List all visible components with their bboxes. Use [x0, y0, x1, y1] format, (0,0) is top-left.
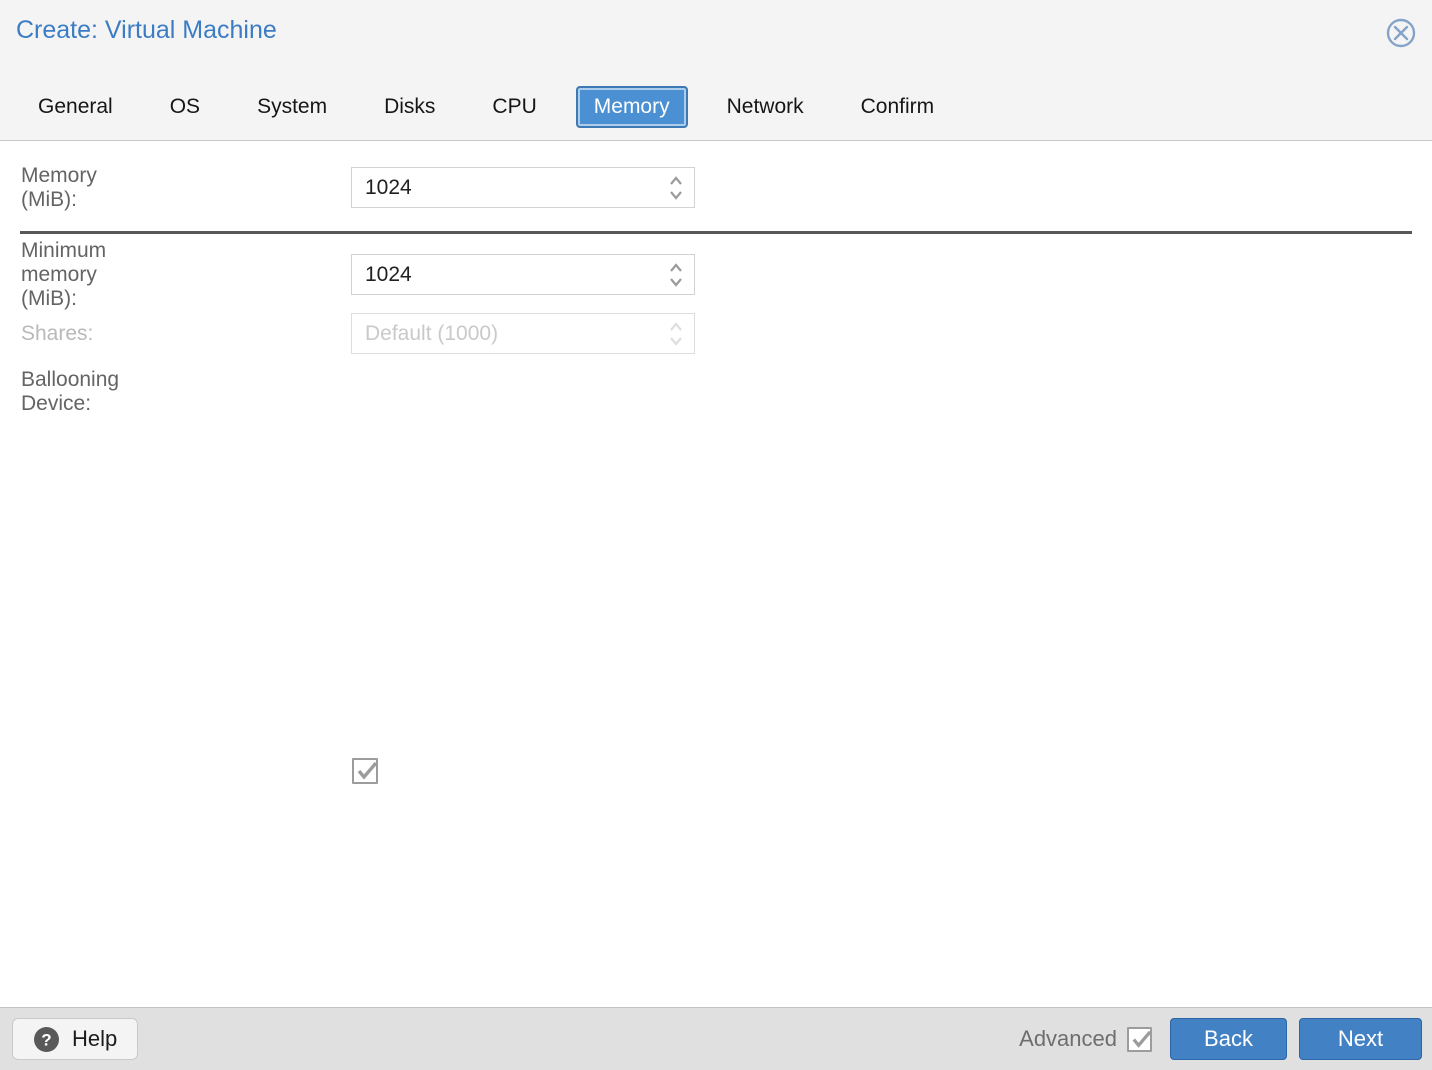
memory-label: Memory (MiB):	[21, 163, 97, 211]
shares-label: Shares:	[21, 321, 94, 345]
dialog-title: Create: Virtual Machine	[16, 16, 277, 44]
ballooning-checkbox[interactable]	[352, 758, 378, 784]
minimum-memory-input[interactable]	[352, 255, 694, 294]
advanced-checkbox[interactable]	[1127, 1026, 1152, 1052]
dialog-header: Create: Virtual Machine General OS Syste…	[0, 0, 1432, 141]
next-button[interactable]: Next	[1299, 1018, 1422, 1060]
advanced-section-divider	[20, 231, 1412, 234]
tab-os[interactable]: OS	[152, 86, 218, 128]
tab-general[interactable]: General	[20, 86, 131, 128]
ballooning-label: Ballooning Device:	[21, 368, 120, 415]
tab-disks[interactable]: Disks	[366, 86, 453, 128]
help-button-label: Help	[72, 1026, 118, 1051]
svg-text:?: ?	[41, 1030, 51, 1049]
advanced-label: Advanced	[1019, 1026, 1117, 1051]
close-icon[interactable]	[1384, 16, 1418, 50]
minimum-memory-spinner-icon[interactable]	[667, 260, 685, 290]
shares-field	[351, 313, 695, 354]
shares-spinner-icon	[667, 319, 685, 349]
back-button[interactable]: Back	[1170, 1018, 1287, 1060]
help-button[interactable]: ? Help	[12, 1018, 139, 1060]
tab-cpu[interactable]: CPU	[474, 86, 554, 128]
tab-system[interactable]: System	[239, 86, 345, 128]
tab-confirm[interactable]: Confirm	[843, 86, 953, 128]
minimum-memory-label: Minimum memory (MiB):	[21, 238, 107, 310]
dialog-footer: ? Help Advanced Back Next	[0, 1007, 1432, 1070]
memory-input[interactable]	[352, 168, 694, 207]
memory-field	[351, 167, 695, 208]
question-circle-icon: ?	[34, 1026, 59, 1052]
memory-spinner-icon[interactable]	[667, 173, 685, 203]
minimum-memory-field	[351, 254, 695, 295]
tab-network[interactable]: Network	[709, 86, 822, 128]
shares-input	[352, 314, 694, 353]
check-icon	[357, 761, 378, 780]
check-icon	[1132, 1030, 1152, 1048]
tab-memory[interactable]: Memory	[575, 86, 688, 128]
footer-actions: Advanced Back Next	[1019, 1018, 1422, 1060]
wizard-tabbar: General OS System Disks CPU Memory Netwo…	[20, 86, 973, 128]
